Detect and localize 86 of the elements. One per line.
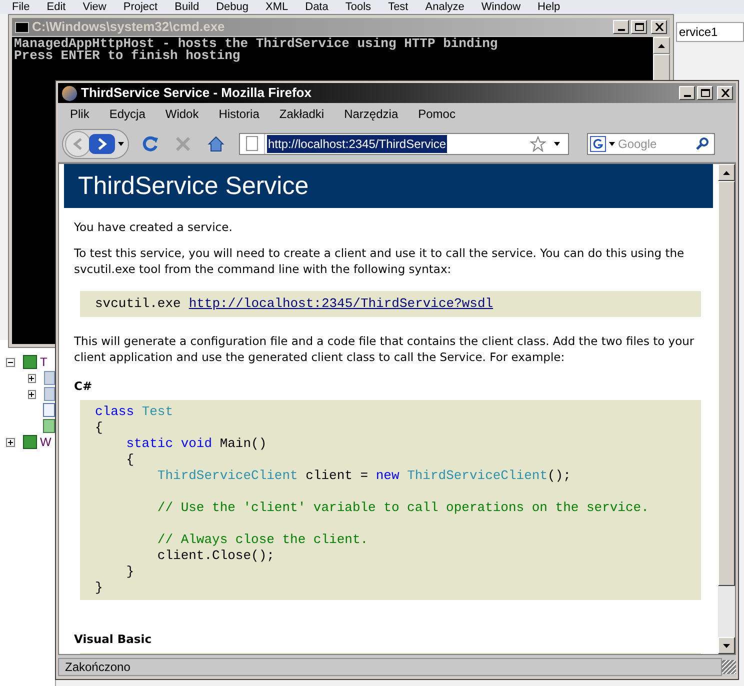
menu-item[interactable]: Analyze: [425, 0, 464, 16]
section-title: C#: [74, 378, 92, 394]
paragraph: To test this service, you will need to create a client and use it to call the service. You can do this using the svcutil.exe tool from the command line with the following syntax:: [74, 245, 686, 277]
folder-icon: [44, 387, 55, 401]
code-line: {: [95, 420, 103, 436]
menu-item[interactable]: Plik: [70, 105, 90, 123]
caret-icon[interactable]: [118, 142, 124, 146]
menu-item[interactable]: XML: [266, 0, 288, 16]
forward-button[interactable]: [89, 134, 115, 154]
chevron-left-icon: [73, 138, 83, 150]
resize-grip-icon[interactable]: [722, 660, 736, 674]
command-text: svcutil.exe: [95, 296, 181, 312]
expand-toggle[interactable]: [6, 438, 15, 446]
close-icon[interactable]: [717, 86, 733, 100]
menu-item[interactable]: Pomoc: [418, 105, 456, 123]
caret-icon[interactable]: [554, 142, 560, 146]
status-bar: Zakończono: [58, 658, 722, 676]
wsdl-link[interactable]: http://localhost:2345/ThirdService?wsdl: [188, 296, 494, 312]
address-field[interactable]: http://localhost:2345/ThirdService: [239, 132, 569, 154]
caret-icon[interactable]: [609, 142, 615, 146]
menu-item[interactable]: Widok: [165, 105, 199, 123]
menu-item[interactable]: View: [82, 0, 106, 16]
minimize-icon[interactable]: [613, 20, 629, 34]
minimize-icon[interactable]: [679, 86, 695, 100]
search-input[interactable]: Google: [618, 134, 688, 152]
menu-item[interactable]: Project: [123, 0, 158, 16]
reload-icon[interactable]: [141, 134, 159, 152]
paragraph: You have created a service.: [74, 219, 234, 235]
console-line: Press ENTER to finish hosting: [14, 50, 240, 62]
maximize-icon[interactable]: [697, 86, 713, 100]
project-icon: [23, 435, 37, 449]
search-engine-icon[interactable]: [590, 136, 606, 152]
scrollbar[interactable]: [653, 37, 670, 81]
menu-item[interactable]: Window: [481, 0, 521, 16]
code-line: }: [95, 580, 103, 596]
menu-item[interactable]: Build: [174, 0, 200, 16]
close-icon[interactable]: [651, 20, 667, 34]
file-icon: [43, 403, 55, 417]
expand-toggle[interactable]: [28, 390, 36, 398]
page-heading: ThirdService Service: [78, 178, 309, 194]
tree-item-label[interactable]: T: [40, 353, 48, 371]
maximize-icon[interactable]: [631, 20, 647, 34]
section-title: Visual Basic: [74, 631, 152, 647]
back-button[interactable]: [65, 130, 91, 156]
console-line: ManagedAppHttpHost - hosts the ThirdService using HTTP binding: [14, 38, 498, 50]
code-line: client.Close();: [156, 548, 274, 564]
menu-item[interactable]: Narzędzia: [344, 105, 398, 123]
menu-item[interactable]: Help: [538, 0, 560, 16]
menu-item[interactable]: Historia: [218, 105, 260, 123]
search-box[interactable]: Google: [587, 132, 715, 154]
code-line: ThirdServiceClient client = new ThirdServiceClient();: [156, 468, 571, 484]
browser-logo-icon: [62, 86, 77, 100]
collapse-toggle[interactable]: [6, 358, 15, 366]
scroll-down-icon[interactable]: [723, 644, 730, 648]
home-icon[interactable]: [207, 134, 225, 152]
page-icon: [246, 136, 258, 151]
code-line: {: [125, 452, 134, 468]
code-line: // Always close the client.: [156, 532, 368, 548]
tree-item-label[interactable]: W: [40, 433, 52, 451]
search-icon[interactable]: [696, 136, 710, 150]
code-line: class Test: [95, 404, 174, 420]
menu-item[interactable]: Tools: [345, 0, 372, 16]
menu-item[interactable]: File: [12, 0, 30, 16]
star-icon[interactable]: [530, 136, 546, 152]
code-line: static void Main(): [125, 436, 267, 452]
scrollbar[interactable]: [718, 164, 735, 654]
code-line: // Use the 'client' variable to call operations on the service.: [156, 500, 649, 516]
paragraph: This will generate a configuration file and a code file that contains the client class. Add the two files to your client application and use the generated client class to call the Service. For example:: [74, 333, 696, 365]
code-file-icon: [43, 419, 55, 433]
scroll-up-icon[interactable]: [723, 170, 730, 174]
window-title: ThirdService Service - Mozilla Firefox: [81, 84, 312, 102]
menu-item[interactable]: Zakładki: [279, 105, 324, 123]
menu-item[interactable]: Debug: [216, 0, 248, 16]
window-title: C:\Windows\system32\cmd.exe: [32, 18, 226, 36]
menu-item[interactable]: Edit: [46, 0, 66, 16]
menu-item[interactable]: Edycja: [109, 105, 146, 123]
folder-icon: [44, 371, 55, 385]
menu-item[interactable]: Data: [305, 0, 328, 16]
menu-item[interactable]: Test: [388, 0, 408, 16]
console-icon: [15, 22, 29, 32]
project-icon: [23, 355, 37, 369]
code-line: }: [125, 564, 134, 580]
document-tab[interactable]: ervice1: [676, 22, 744, 42]
chevron-right-icon: [97, 138, 107, 150]
scroll-up-icon[interactable]: [658, 44, 665, 48]
expand-toggle[interactable]: [28, 374, 36, 382]
